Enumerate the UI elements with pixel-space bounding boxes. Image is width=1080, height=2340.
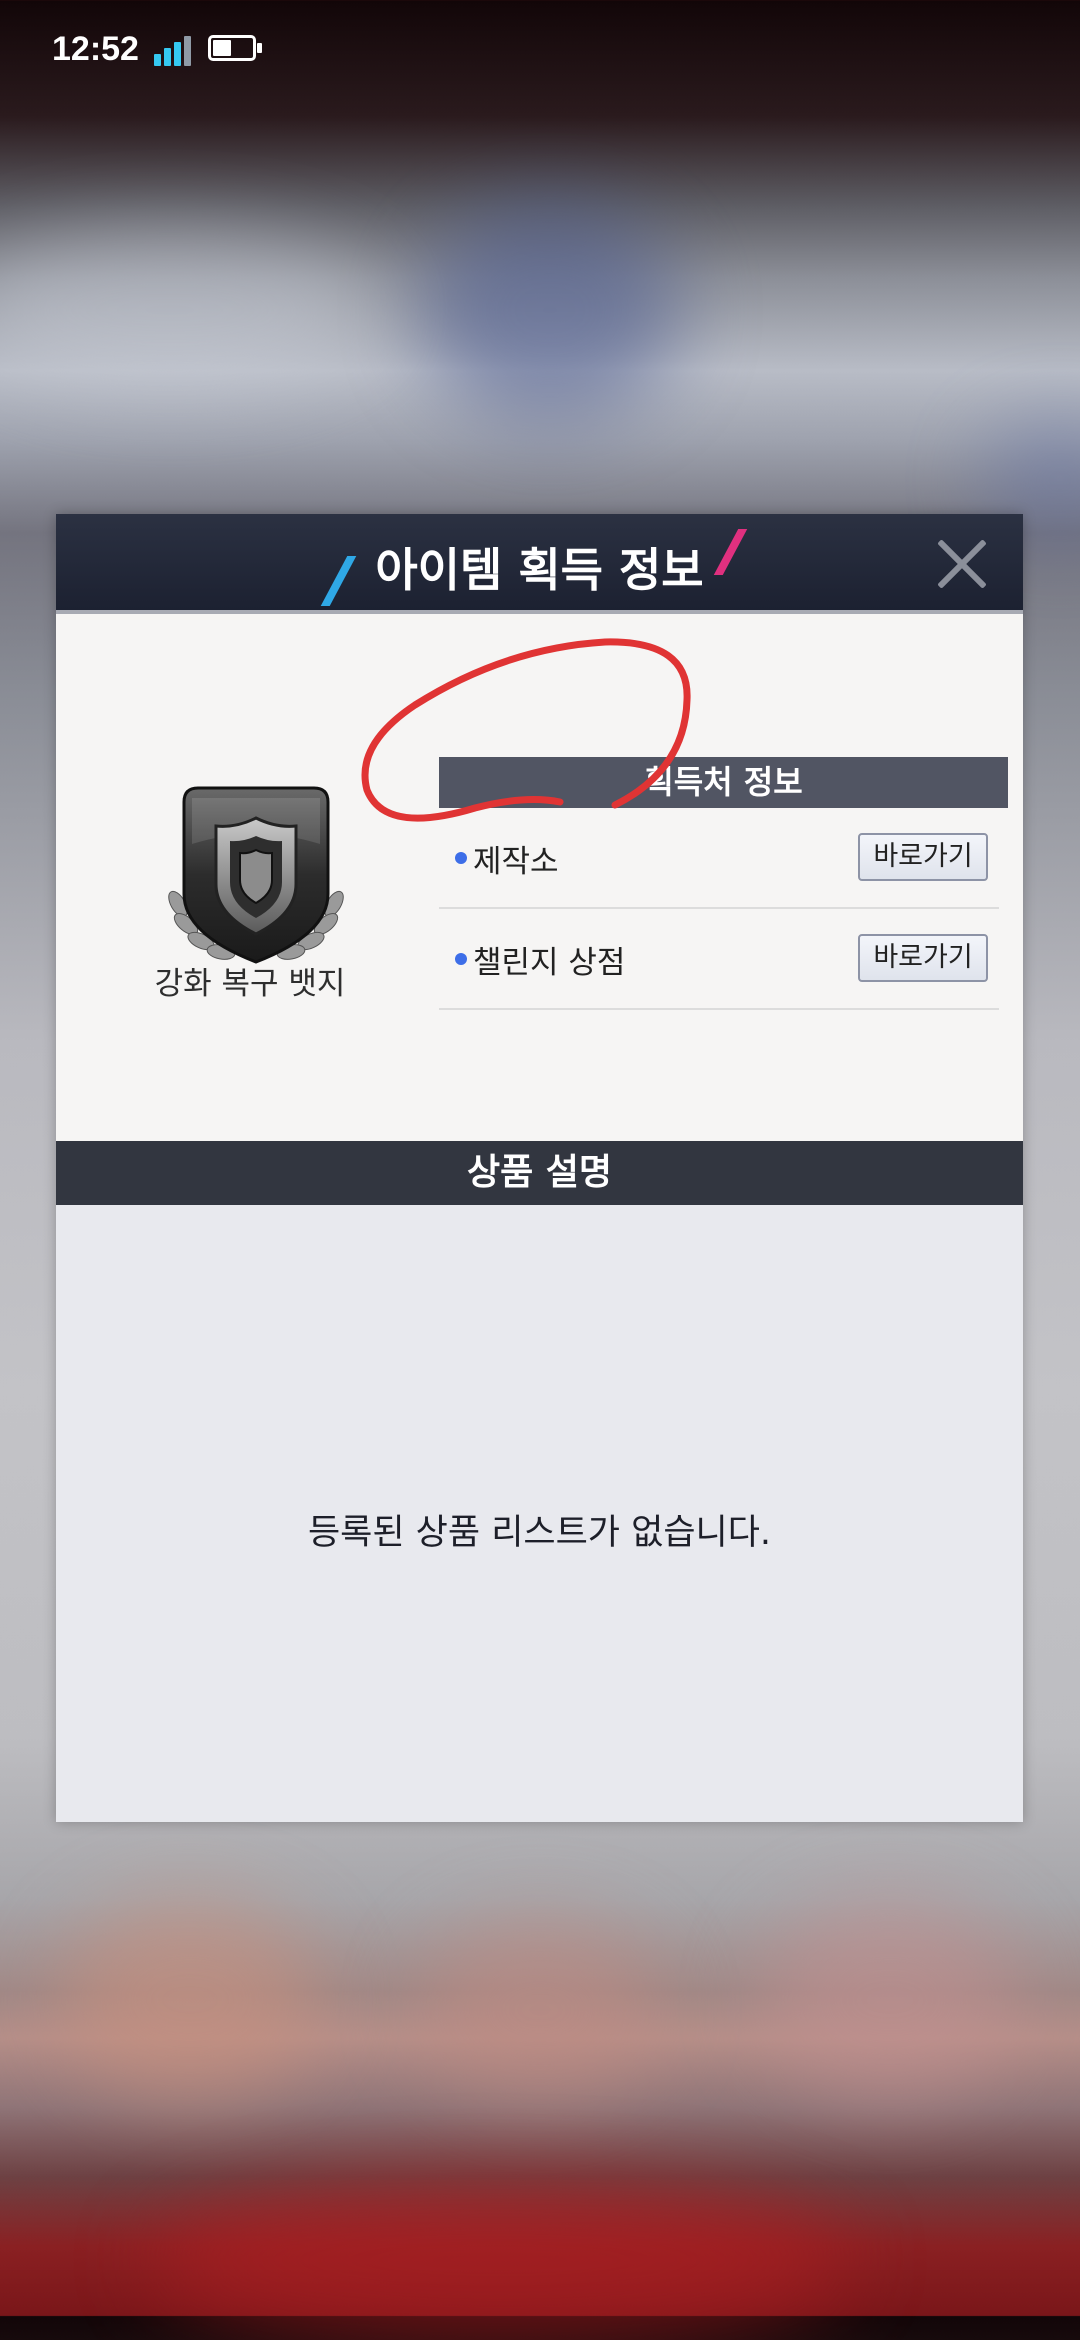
status-time: 12:52: [52, 30, 139, 68]
bullet-dot-icon: [455, 852, 467, 864]
close-icon[interactable]: [934, 536, 990, 592]
source-row-challenge-shop: 챌린지 상점 바로가기: [439, 909, 999, 1010]
bullet-dot-icon: [455, 953, 467, 965]
source-row-workshop: 제작소 바로가기: [439, 808, 999, 909]
source-label: 챌린지 상점: [473, 945, 626, 981]
signal-icon: [154, 36, 196, 66]
dialog-title: 아이템 획득 정보: [375, 543, 704, 597]
source-label: 제작소: [473, 844, 559, 880]
go-to-challenge-shop-button[interactable]: 바로가기: [858, 934, 988, 982]
item-acquisition-dialog: 아이템 획득 정보 획득처 정보 제작소 바로가기 챌린지 상점 바로가기 상품…: [56, 514, 1023, 1822]
shield-badge-icon: [156, 784, 356, 974]
item-info-panel: 획득처 정보 제작소 바로가기 챌린지 상점 바로가기: [56, 614, 1023, 1141]
description-body: 등록된 상품 리스트가 없습니다.: [56, 1205, 1023, 1822]
item-name: 강화 복구 뱃지: [154, 966, 346, 1002]
dialog-header: 아이템 획득 정보: [56, 514, 1023, 614]
go-to-workshop-button[interactable]: 바로가기: [858, 833, 988, 881]
status-bar: 12:52: [0, 0, 1080, 100]
description-header: 상품 설명: [56, 1141, 1023, 1205]
battery-icon: [208, 35, 264, 65]
empty-list-message: 등록된 상품 리스트가 없습니다.: [307, 1513, 772, 1553]
source-info-header: 획득처 정보: [439, 757, 1008, 808]
